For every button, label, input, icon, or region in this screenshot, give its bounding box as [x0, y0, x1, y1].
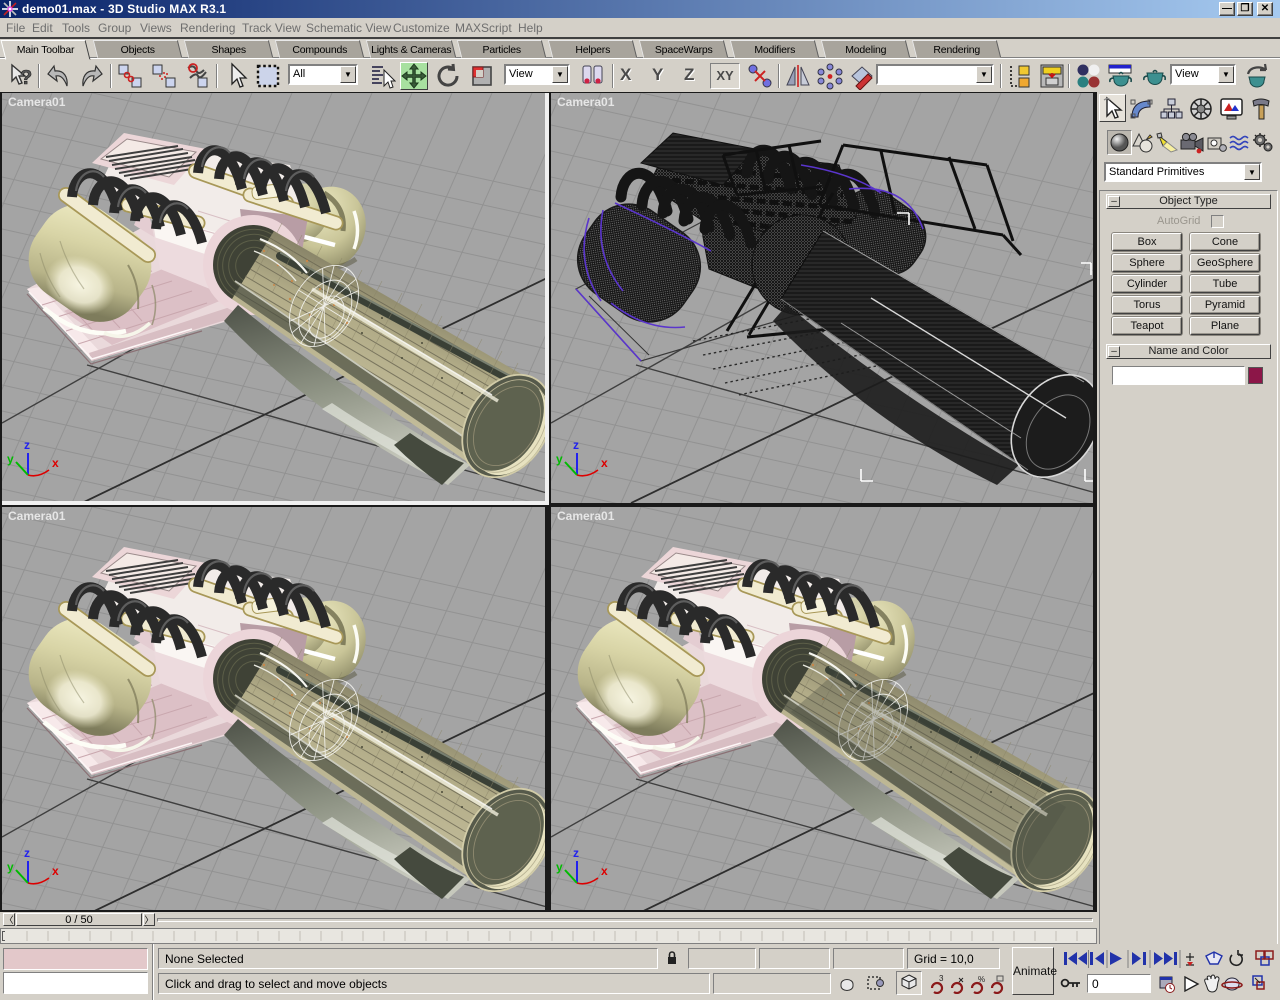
svg-text:%: %	[978, 975, 985, 984]
svg-text:3: 3	[939, 974, 944, 983]
svg-text:?: ?	[20, 67, 32, 89]
